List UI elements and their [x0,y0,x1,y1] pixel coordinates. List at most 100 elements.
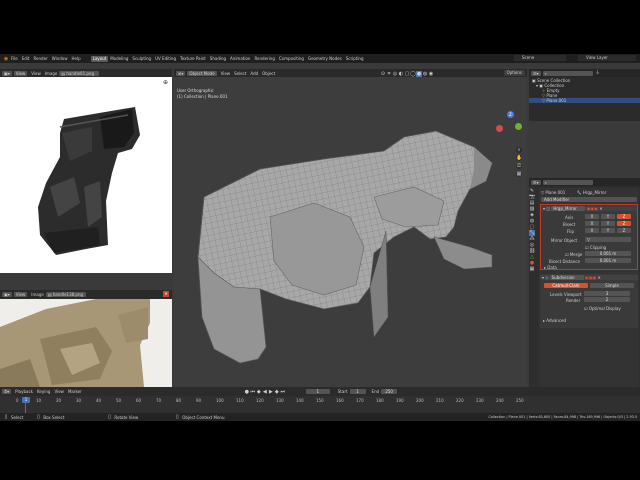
texture-tab-icon[interactable]: ▦ [529,266,535,272]
mirror-axis-z[interactable]: Z [617,214,631,219]
start-frame-field[interactable]: 1 [349,389,366,394]
gizmo-x-axis-icon[interactable] [496,125,503,132]
end-frame-field[interactable]: 250 [381,389,398,394]
image-menu-view[interactable]: View [29,71,43,76]
viewport-menu-add[interactable]: Add [248,71,260,76]
status-rotate-view: Rotate View [114,414,139,420]
tab-animation[interactable]: Animation [228,56,252,62]
mirror-modifier-panel: ▾ ◫ Hrgp_Mirror ▣▣▣ ✕ Axis X Y Z Bisect … [540,204,638,270]
timeline-tick-label: 240 [496,398,504,403]
navigation-gizmo[interactable]: Z [496,111,526,141]
render-levels-field[interactable]: 2 [584,297,630,302]
flip-y[interactable]: Y [601,228,615,233]
tab-geometry-nodes[interactable]: Geometry Nodes [306,56,344,62]
menu-edit[interactable]: Edit [20,56,32,61]
mirror-object-field[interactable]: ▽ [585,237,631,242]
status-bar: ▯ Select ▯ Box Select ▯ Rotate View ▯ Ob… [0,413,640,421]
image-editor-gizmo-icon[interactable]: ⊕ [163,79,168,86]
timeline-tick-label: 160 [336,398,344,403]
menu-render[interactable]: Render [31,56,49,61]
tab-compositing[interactable]: Compositing [277,56,306,62]
menu-help[interactable]: Help [69,56,82,61]
image-menu-image-bottom[interactable]: Image [29,292,46,297]
perspective-toggle-icon[interactable]: ▦ [516,171,522,177]
clipping-checkbox[interactable]: ☑ Clipping [585,245,606,250]
timeline-menu-view[interactable]: View [52,389,66,394]
timeline-tick-label: 50 [116,398,122,403]
object-mode-select[interactable]: Object Mode [187,70,217,76]
properties-editor-type[interactable]: ⚙▾ [531,179,541,185]
subsurf-modifier-header[interactable]: ▾ ◇ Subdivision ▣▣▣ ✕ [540,275,638,280]
image-editor-mode-select[interactable]: View [13,70,28,76]
options-dropdown[interactable]: Options [503,70,525,76]
tab-modeling[interactable]: Modeling [108,56,130,62]
flip-z[interactable]: Z [617,228,631,233]
camera-view-icon[interactable]: ⎚ [516,163,522,169]
bisect-x[interactable]: X [585,221,599,226]
outliner-editor-type[interactable]: ☰▾ [531,70,541,76]
image-editor-mode-select-bottom[interactable]: View [13,292,28,297]
merge-checkbox[interactable]: ☑ Merge [565,252,582,257]
viewport-menu-object[interactable]: Object [260,71,277,76]
mirror-axis-y[interactable]: Y [601,214,615,219]
viewport-editor-type[interactable]: ⊞▾ [176,70,186,76]
optimal-display-checkbox[interactable]: ☑ Optimal Display [584,306,621,311]
properties-search[interactable]: ⌕ [542,179,593,185]
tab-sculpting[interactable]: Sculpting [130,56,153,62]
image-menu-image[interactable]: Image [43,71,60,76]
bisect-distance-field[interactable]: 0.001 m [585,258,631,263]
outliner-search[interactable]: ⌕ [542,70,593,76]
tab-shading[interactable]: Shading [208,56,228,62]
tab-layout[interactable]: Layout [90,55,109,62]
tab-texture-paint[interactable]: Texture Paint [178,56,208,62]
gizmo-y-axis-icon[interactable] [515,123,522,130]
tab-rendering[interactable]: Rendering [252,56,276,62]
merge-distance-field[interactable]: 0.001 m [585,251,631,256]
bisect-y[interactable]: Y [601,221,615,226]
current-frame-field[interactable]: 1 [305,389,330,394]
mirror-name-field[interactable]: Hrgp_Mirror [551,206,586,211]
timeline-menu-playback[interactable]: Playback [13,389,35,394]
data-subpanel[interactable]: ▸ Data [544,265,557,270]
simple-button[interactable]: Simple [590,283,634,288]
timeline-tick-label: 140 [296,398,304,403]
image-name-field-bottom[interactable]: ▤ handle138.png [45,292,86,297]
outliner-row-plane-001[interactable]: ▽ Plane.001 [529,98,640,103]
filter-icon[interactable]: ⏚ [595,70,601,76]
playhead[interactable]: 1 [22,397,30,403]
subsurf-name-field[interactable]: Subdivision [549,275,584,280]
flip-x[interactable]: X [585,228,599,233]
timeline-tick-label: 230 [476,398,484,403]
jump-end-icon[interactable]: ⏭ [280,389,286,395]
editor-type-button-bottom[interactable]: ▣▾ [2,292,12,297]
zoom-icon[interactable]: ⌕ [516,147,522,153]
mirror-axis-x[interactable]: X [585,214,599,219]
menu-file[interactable]: File [9,56,20,61]
view-layer-selector[interactable]: View Layer [578,55,636,61]
levels-viewport-field[interactable]: 3 [584,291,630,296]
advanced-subpanel[interactable]: ▸ Advanced [543,318,566,323]
timeline-menu-keying[interactable]: Keying [35,389,52,394]
render-shading-icon[interactable]: ◉ [428,71,434,77]
scene-selector[interactable]: Scene [514,55,566,61]
grip-mesh-model [197,130,493,364]
add-modifier-button[interactable]: Add Modifier [541,197,637,202]
3d-viewport[interactable]: User Orthographic (1) Collection | Plane… [174,77,527,387]
timeline-editor-type[interactable]: ⏱▾ [2,389,12,394]
bisect-z[interactable]: Z [617,221,631,226]
viewport-menu-select[interactable]: Select [232,71,248,76]
close-image-icon[interactable]: ✕ [163,291,169,297]
viewport-menu-view[interactable]: View [219,71,233,76]
tab-uv-editing[interactable]: UV Editing [153,56,178,62]
editor-type-button[interactable]: ▣▾ [2,70,12,76]
image-name-field[interactable]: ▤ handle01.png [59,70,100,76]
tab-scripting[interactable]: Scripting [344,56,366,62]
catmull-clark-button[interactable]: Catmull-Clark [544,283,588,288]
timeline-menu-marker[interactable]: Marker [66,389,84,394]
menu-window[interactable]: Window [50,56,70,61]
blender-window: ◉ File Edit Render Window Help Layout Mo… [0,54,640,421]
timeline-tick-label: 40 [96,398,102,403]
mirror-modifier-header[interactable]: ▾ ◫ Hrgp_Mirror ▣▣▣ ✕ [541,206,637,211]
pan-icon[interactable]: ✋ [516,155,522,161]
timeline-ruler[interactable]: 1 0 10 20 30 40 50 60 70 80 90 100 110 120 130 140 150 1… [0,396,640,413]
